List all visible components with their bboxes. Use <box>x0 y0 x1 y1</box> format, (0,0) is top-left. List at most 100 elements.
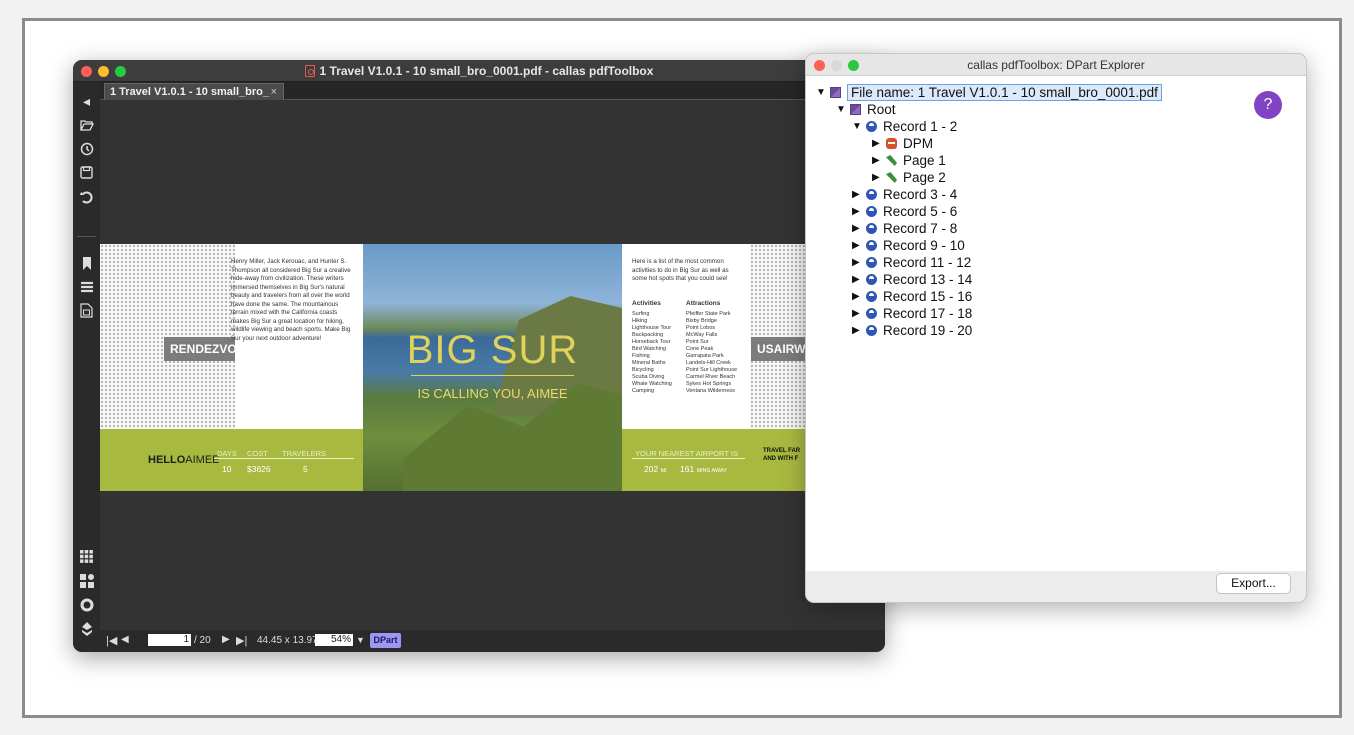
collapse-arrow-icon[interactable]: ◂ <box>73 90 100 112</box>
collapse-triangle-icon[interactable]: ▶ <box>872 155 882 166</box>
record-icon <box>866 121 877 132</box>
pdf-file-icon <box>304 65 315 77</box>
merge-icon[interactable] <box>73 618 100 640</box>
page-number-input[interactable]: 1 <box>148 634 191 646</box>
root-icon <box>850 104 861 115</box>
collapse-triangle-icon[interactable]: ▶ <box>872 172 882 183</box>
page-info-icon[interactable] <box>73 300 100 322</box>
tree-item-record-1-2[interactable]: ▼ Record 1 - 2 <box>852 118 957 135</box>
record-icon <box>866 308 877 319</box>
travel-tagline: TRAVEL FAR AND WITH F <box>763 448 801 462</box>
tree-item-record[interactable]: ▶ Record 19 - 20 <box>852 322 972 339</box>
dpart-button[interactable]: DPart <box>370 633 401 648</box>
record-icon <box>866 291 877 302</box>
travelers-label: TRAVELERS <box>282 449 327 458</box>
record-icon <box>866 206 877 217</box>
zoom-input[interactable]: 54% <box>315 634 353 646</box>
brochure-page: RENDEZVO Henry Miller, Jack Kerouac, and… <box>100 244 885 491</box>
days-value: 10 <box>222 464 232 474</box>
airport-time: 161 MINS AWAY <box>680 464 727 474</box>
tree-item-page-1[interactable]: ▶ Page 1 <box>872 152 946 169</box>
record-icon <box>866 223 877 234</box>
cost-value: $3626 <box>247 464 271 474</box>
circle-icon[interactable] <box>73 594 100 616</box>
page-icon <box>886 155 897 166</box>
tree-item-record[interactable]: ▶ Record 9 - 10 <box>852 237 965 254</box>
travelers-value: 5 <box>303 464 308 474</box>
collapse-triangle-icon[interactable]: ▶ <box>872 138 882 149</box>
puzzle-icon[interactable] <box>73 570 100 592</box>
airport-label: YOUR NEAREST AIRPORT IS <box>635 449 738 458</box>
record-icon <box>866 325 877 336</box>
grid-icon[interactable] <box>73 546 100 568</box>
collapse-triangle-icon[interactable]: ▶ <box>852 206 862 217</box>
tree-item-dpm[interactable]: ▶ DPM <box>872 135 933 152</box>
record-icon <box>866 240 877 251</box>
record-icon <box>866 257 877 268</box>
bookmark-icon[interactable] <box>73 252 100 274</box>
intro-text: Henry Miller, Jack Kerouac, and Hunter S… <box>231 258 351 342</box>
tree-item-record[interactable]: ▶ Record 3 - 4 <box>852 186 957 203</box>
dpart-explorer-window: callas pdfToolbox: DPart Explorer ▼ File … <box>805 53 1307 603</box>
first-page-button[interactable]: |◀ <box>106 634 117 647</box>
cost-label: COST <box>247 449 268 458</box>
expand-triangle-icon[interactable]: ▼ <box>852 121 862 132</box>
list-intro: Here is a list of the most common activi… <box>632 258 729 282</box>
collapse-triangle-icon[interactable]: ▶ <box>852 274 862 285</box>
folder-open-icon[interactable] <box>73 114 100 136</box>
activities-header: Activities <box>632 300 661 307</box>
tree-item-record[interactable]: ▶ Record 15 - 16 <box>852 288 972 305</box>
collapse-triangle-icon[interactable]: ▶ <box>852 189 862 200</box>
tree-item-record[interactable]: ▶ Record 11 - 12 <box>852 254 971 271</box>
greeting: HELLOAIMEE <box>148 454 220 466</box>
export-button[interactable]: Export... <box>1216 573 1291 594</box>
left-toolbar: ◂ <box>73 82 100 652</box>
record-icon <box>866 274 877 285</box>
attractions-header: Attractions <box>686 300 721 307</box>
dpm-icon <box>886 138 897 149</box>
close-tab-icon[interactable]: × <box>271 86 277 98</box>
big-sur-photo: BIG SUR IS CALLING YOU, AIMEE <box>363 244 622 491</box>
expand-triangle-icon[interactable]: ▼ <box>816 87 826 98</box>
save-disk-icon[interactable] <box>73 162 100 184</box>
last-page-button[interactable]: ▶| <box>236 634 247 647</box>
collapse-triangle-icon[interactable]: ▶ <box>852 240 862 251</box>
undo-icon[interactable] <box>73 186 100 208</box>
document-tab-label: 1 Travel V1.0.1 - 10 small_bro_ <box>110 86 269 98</box>
tree-item-page-2[interactable]: ▶ Page 2 <box>872 169 946 186</box>
document-tab-bar: 1 Travel V1.0.1 - 10 small_bro_ × <box>100 82 885 100</box>
subheadline: IS CALLING YOU, AIMEE <box>417 386 568 401</box>
document-icon <box>830 87 841 98</box>
tree-item-record[interactable]: ▶ Record 17 - 18 <box>852 305 972 322</box>
document-canvas[interactable]: RENDEZVO Henry Miller, Jack Kerouac, and… <box>100 101 885 630</box>
attractions-list: Pfeiffer State Park Bixby Bridge Point Lob… <box>686 311 738 394</box>
airport-distance: 202 MI <box>644 464 667 474</box>
help-button[interactable]: ? <box>1254 91 1282 119</box>
tree-item-record[interactable]: ▶ Record 7 - 8 <box>852 220 957 237</box>
page-total: / 20 <box>194 635 211 646</box>
pdftoolbox-window: 1 Travel V1.0.1 - 10 small_bro_0001.pdf … <box>73 60 885 652</box>
dpart-tree: ▼ File name: 1 Travel V1.0.1 - 10 small_b… <box>806 76 1306 571</box>
layers-icon[interactable] <box>73 276 100 298</box>
tree-item-root[interactable]: ▼ Root <box>836 101 896 118</box>
collapse-triangle-icon[interactable]: ▶ <box>852 308 862 319</box>
collapse-triangle-icon[interactable]: ▶ <box>852 325 862 336</box>
activities-list: Surfing Hiking Lighthouse Tour Backpacking H… <box>632 311 672 394</box>
greeting-footer: HELLOAIMEE DAYS COST TRAVELERS 10 $3626 … <box>100 429 363 491</box>
zoom-dropdown-arrow[interactable]: ▼ <box>356 635 365 645</box>
tree-item-file[interactable]: ▼ File name: 1 Travel V1.0.1 - 10 small_b… <box>816 84 1162 101</box>
history-clock-icon[interactable] <box>73 138 100 160</box>
collapse-triangle-icon[interactable]: ▶ <box>852 291 862 302</box>
prev-page-button[interactable]: ◀ <box>121 634 129 645</box>
tree-item-record[interactable]: ▶ Record 13 - 14 <box>852 271 972 288</box>
next-page-button[interactable]: ▶ <box>222 634 230 645</box>
tree-item-record[interactable]: ▶ Record 5 - 6 <box>852 203 957 220</box>
collapse-triangle-icon[interactable]: ▶ <box>852 257 862 268</box>
page-icon <box>886 172 897 183</box>
dpart-window-title: callas pdfToolbox: DPart Explorer <box>967 58 1145 72</box>
document-tab[interactable]: 1 Travel V1.0.1 - 10 small_bro_ × <box>104 83 284 100</box>
expand-triangle-icon[interactable]: ▼ <box>836 104 846 115</box>
window-title: 1 Travel V1.0.1 - 10 small_bro_0001.pdf … <box>73 64 885 78</box>
collapse-triangle-icon[interactable]: ▶ <box>852 223 862 234</box>
title-bar: 1 Travel V1.0.1 - 10 small_bro_0001.pdf … <box>73 60 885 82</box>
